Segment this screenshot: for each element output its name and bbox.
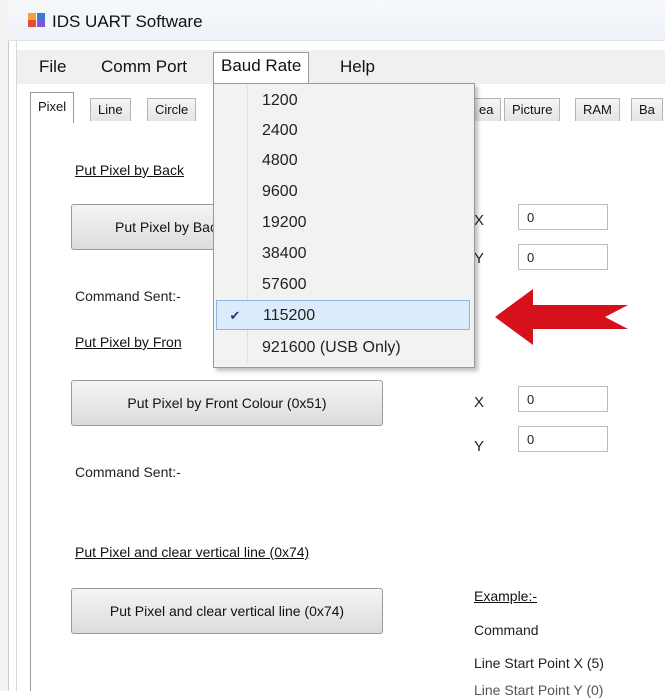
baud-option-57600[interactable]: 57600 [216,270,470,300]
menu-comm-port[interactable]: Comm Port [94,54,194,80]
menu-file[interactable]: File [32,54,73,80]
line-start-y-label: Line Start Point Y (0) [474,682,604,698]
menu-help[interactable]: Help [333,54,382,80]
baud-option-38400[interactable]: 38400 [216,239,470,269]
check-icon: ✔ [229,308,241,323]
baud-rate-dropdown: 1200 2400 4800 9600 19200 38400 57600 ✔ … [213,83,475,368]
baud-option-2400[interactable]: 2400 [216,116,470,146]
y-label-1: Y [474,250,485,267]
section-put-pixel-back-title: Put Pixel by Back [75,162,184,178]
x-label-2: X [474,394,485,411]
baud-option-115200[interactable]: ✔ 115200 [216,300,470,330]
menu-bar: File Comm Port Baud Rate Help [17,50,665,84]
baud-option-4800[interactable]: 4800 [216,146,470,176]
tab-pixel[interactable]: Pixel [30,92,75,123]
y-field-1[interactable] [518,244,608,270]
put-pixel-front-button[interactable]: Put Pixel by Front Colour (0x51) [71,380,383,426]
x-field-1[interactable] [518,204,608,230]
command-label: Command [474,622,539,638]
baud-option-921600[interactable]: 921600 (USB Only) [216,333,470,363]
window-left-frame [0,0,9,691]
section-clear-vertical-line-title: Put Pixel and clear vertical line (0x74) [75,544,310,560]
app-icon [28,13,45,27]
tab-area[interactable]: ea [471,98,502,121]
y-label-2: Y [474,438,485,455]
title-bar: IDS UART Software [8,0,665,41]
y-field-2[interactable] [518,426,608,452]
line-start-x-label: Line Start Point X (5) [474,655,604,671]
window-title: IDS UART Software [52,12,203,31]
example-label: Example:- [474,588,538,604]
red-arrow-icon [495,289,628,345]
menu-baud-rate[interactable]: Baud Rate [213,52,310,83]
command-sent-label-1: Command Sent:- [75,288,181,304]
section-put-pixel-front-title: Put Pixel by Fron [75,334,182,350]
baud-option-19200[interactable]: 19200 [216,208,470,238]
command-sent-label-2: Command Sent:- [75,464,181,480]
window-inner-border [16,40,17,691]
tab-ba[interactable]: Ba [631,98,663,121]
tab-picture[interactable]: Picture [504,98,561,121]
tab-circle[interactable]: Circle [147,98,197,121]
tab-line[interactable]: Line [90,98,131,121]
put-pixel-clear-vertical-line-button[interactable]: Put Pixel and clear vertical line (0x74) [71,588,383,634]
x-label-1: X [474,212,485,229]
baud-option-9600[interactable]: 9600 [216,177,470,207]
x-field-2[interactable] [518,386,608,412]
baud-option-1200[interactable]: 1200 [216,86,470,116]
tab-ram[interactable]: RAM [575,98,620,121]
